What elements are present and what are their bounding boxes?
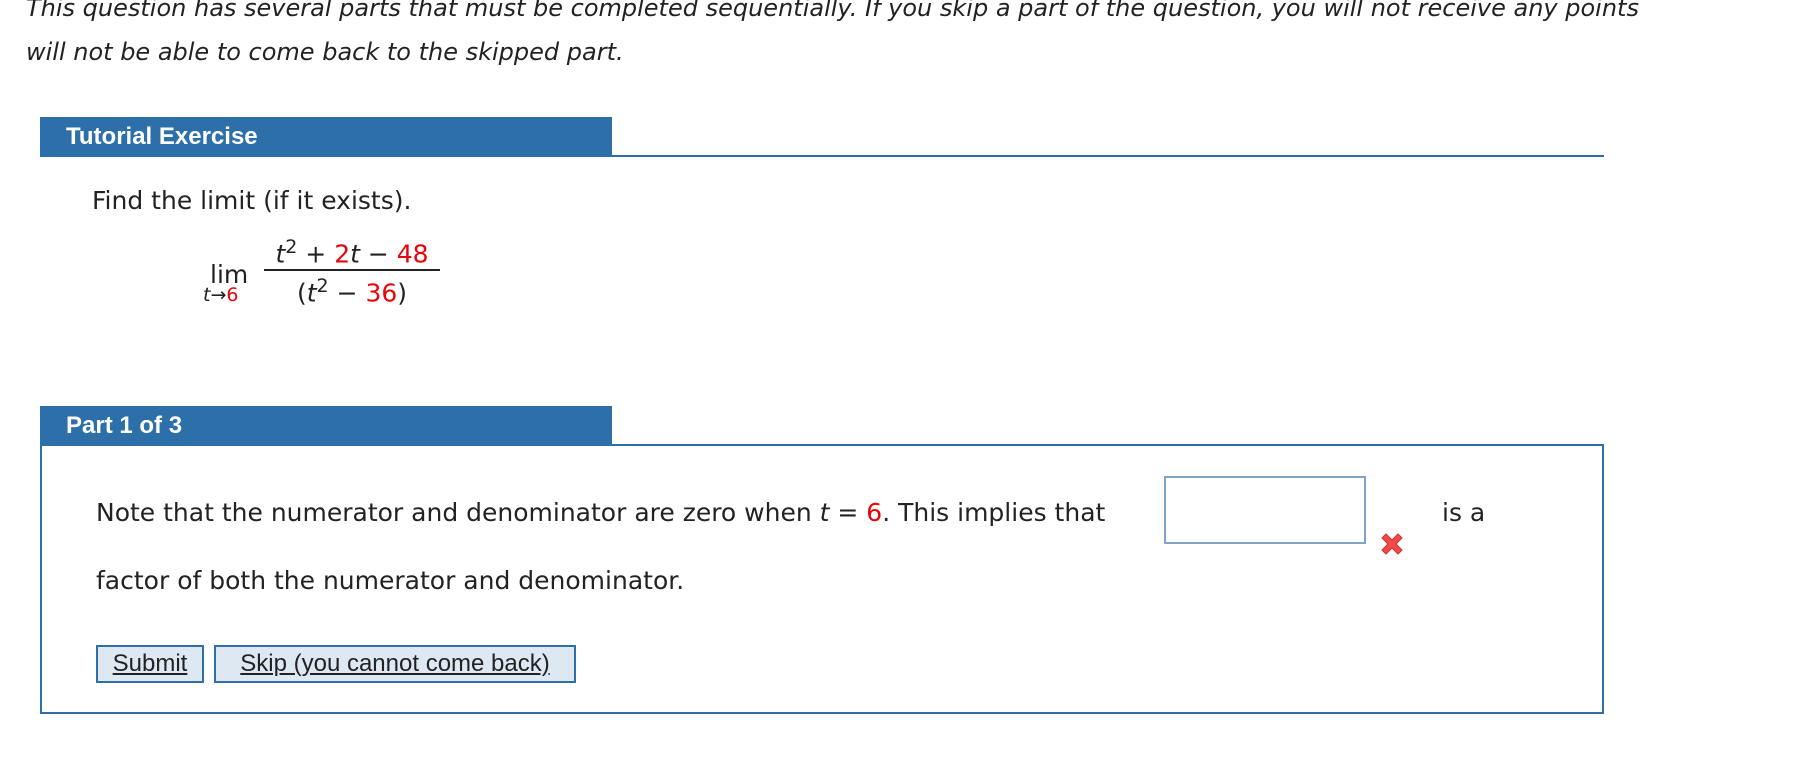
lim-subscript: t→6 [203, 284, 239, 306]
tutorial-header: Tutorial Exercise [40, 117, 1604, 157]
incorrect-x-icon [1381, 533, 1403, 555]
tutorial-header-title: Tutorial Exercise [40, 117, 612, 157]
part-sentence-2: factor of both the numerator and denomin… [96, 566, 685, 595]
factor-answer-input[interactable] [1164, 476, 1366, 544]
submit-button[interactable]: Submit [96, 645, 204, 683]
part-sentence-1: Note that the numerator and denominator … [96, 498, 1106, 527]
part-header-title: Part 1 of 3 [40, 406, 612, 446]
limit-fraction: t2 + 2t − 48 (t2 − 36) [264, 236, 440, 308]
incorrect-x-path [1381, 533, 1403, 555]
instructions: This question has several parts that mus… [26, 0, 1796, 74]
page: This question has several parts that mus… [0, 0, 1798, 772]
fraction-numerator: t2 + 2t − 48 [264, 236, 440, 272]
fraction-denominator: (t2 − 36) [296, 275, 408, 308]
limit-expression: lim t→6 t2 + 2t − 48 (t2 − 36) [200, 236, 460, 316]
skip-button[interactable]: Skip (you cannot come back) [214, 645, 576, 683]
instructions-line-2: will not be able to come back to the ski… [26, 38, 624, 66]
part-sentence-1-tail: is a [1442, 498, 1486, 527]
part-header: Part 1 of 3 [40, 406, 1604, 446]
part-1-panel: Note that the numerator and denominator … [40, 444, 1604, 714]
tutorial-prompt: Find the limit (if it exists). [92, 186, 412, 215]
instructions-line-1: This question has several parts that mus… [26, 0, 1639, 22]
